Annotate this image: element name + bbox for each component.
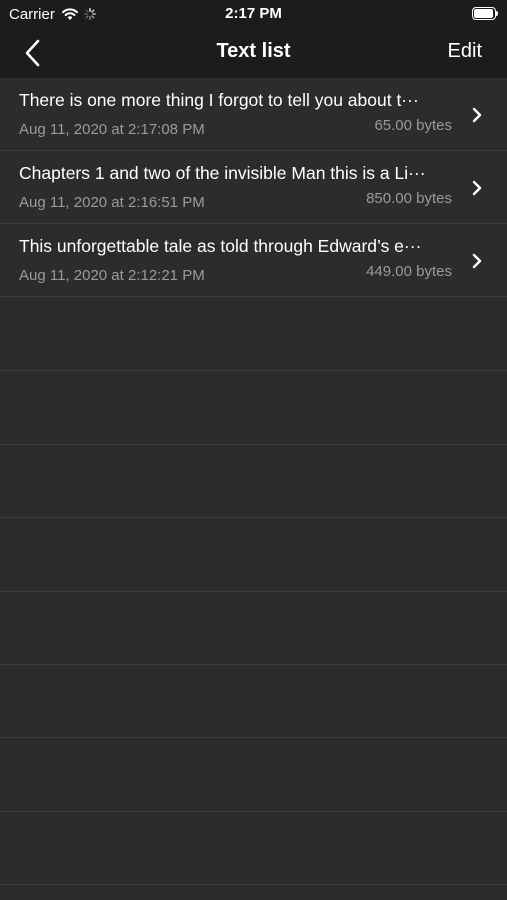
page-title: Text list bbox=[216, 40, 291, 62]
empty-row bbox=[0, 665, 507, 739]
status-time: 2:17 PM bbox=[225, 5, 282, 22]
item-size: 65.00 bytes bbox=[374, 117, 452, 134]
list-item[interactable]: This unforgettable tale as told through … bbox=[0, 224, 507, 297]
status-bar: Carrier 2:17 PM bbox=[0, 0, 507, 28]
empty-row bbox=[0, 738, 507, 812]
battery-icon bbox=[472, 7, 498, 20]
item-date: Aug 11, 2020 at 2:12:21 PM bbox=[19, 267, 205, 284]
item-title: There is one more thing I forgot to tell… bbox=[19, 90, 419, 110]
list-item[interactable]: There is one more thing I forgot to tell… bbox=[0, 78, 507, 151]
empty-row bbox=[0, 371, 507, 445]
item-title: Chapters 1 and two of the invisible Man … bbox=[19, 163, 426, 183]
empty-row bbox=[0, 592, 507, 665]
chevron-right-icon bbox=[472, 253, 482, 269]
item-size: 449.00 bytes bbox=[366, 263, 452, 280]
empty-row bbox=[0, 298, 507, 372]
empty-row bbox=[0, 518, 507, 592]
item-date: Aug 11, 2020 at 2:16:51 PM bbox=[19, 194, 205, 211]
chevron-right-icon bbox=[472, 180, 482, 196]
item-title: This unforgettable tale as told through … bbox=[19, 236, 422, 256]
text-list: There is one more thing I forgot to tell… bbox=[0, 78, 507, 297]
item-date: Aug 11, 2020 at 2:17:08 PM bbox=[19, 121, 205, 138]
item-size: 850.00 bytes bbox=[366, 190, 452, 207]
empty-row bbox=[0, 812, 507, 886]
list-item[interactable]: Chapters 1 and two of the invisible Man … bbox=[0, 151, 507, 224]
empty-row bbox=[0, 445, 507, 519]
empty-rows bbox=[0, 298, 507, 886]
chevron-right-icon bbox=[472, 107, 482, 123]
navigation-bar: Text list Edit bbox=[0, 28, 507, 78]
edit-button[interactable]: Edit bbox=[448, 40, 482, 63]
